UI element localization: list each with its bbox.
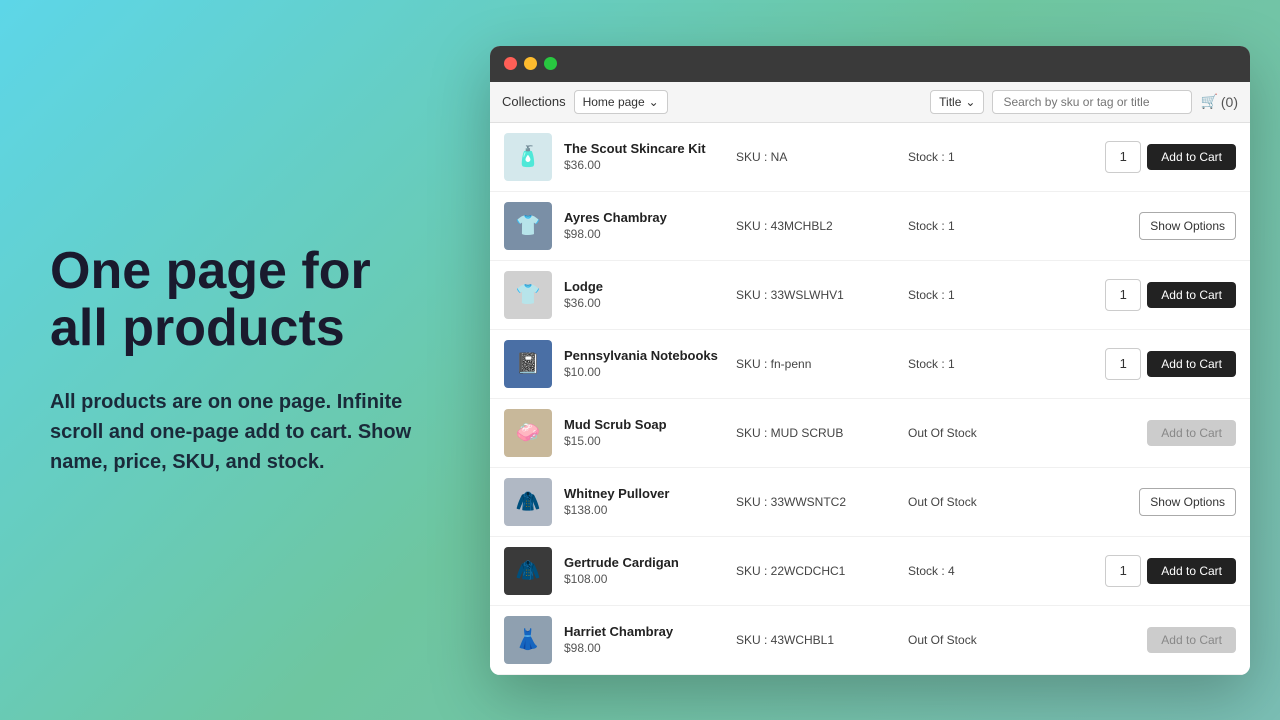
add-to-cart-button[interactable]: Add to Cart: [1147, 351, 1236, 377]
product-action: Add to Cart: [1020, 348, 1236, 380]
qty-input[interactable]: [1105, 279, 1141, 311]
product-info: Mud Scrub Soap $15.00: [564, 417, 724, 448]
traffic-light-red[interactable]: [504, 57, 517, 70]
product-sku: SKU : 33WSLWHV1: [736, 288, 896, 302]
show-options-button[interactable]: Show Options: [1139, 488, 1236, 516]
product-action: Add to Cart: [1020, 627, 1236, 653]
product-price: $10.00: [564, 365, 724, 379]
product-sku: SKU : 43MCHBL2: [736, 219, 896, 233]
cart-icon[interactable]: 🛒 (0): [1200, 93, 1238, 110]
product-stock: Stock : 1: [908, 357, 1008, 371]
table-row: 🧴 The Scout Skincare Kit $36.00 SKU : NA…: [490, 123, 1250, 192]
show-options-button[interactable]: Show Options: [1139, 212, 1236, 240]
product-list: 🧴 The Scout Skincare Kit $36.00 SKU : NA…: [490, 123, 1250, 675]
product-price: $36.00: [564, 296, 724, 310]
product-info: Whitney Pullover $138.00: [564, 486, 724, 517]
product-stock: Stock : 1: [908, 219, 1008, 233]
product-image: 👕: [504, 202, 552, 250]
product-info: Gertrude Cardigan $108.00: [564, 555, 724, 586]
table-row: 👕 Ayres Chambray $98.00 SKU : 43MCHBL2 S…: [490, 192, 1250, 261]
product-stock: Out Of Stock: [908, 495, 1008, 509]
product-action: Add to Cart: [1020, 555, 1236, 587]
traffic-light-green[interactable]: [544, 57, 557, 70]
product-price: $98.00: [564, 227, 724, 241]
product-action: Show Options: [1020, 488, 1236, 516]
add-to-cart-disabled-button: Add to Cart: [1147, 627, 1236, 653]
product-image: 🧴: [504, 133, 552, 181]
product-price: $138.00: [564, 503, 724, 517]
add-to-cart-button[interactable]: Add to Cart: [1147, 144, 1236, 170]
product-name: Ayres Chambray: [564, 210, 724, 225]
product-action: Add to Cart: [1020, 420, 1236, 446]
product-sku: SKU : MUD SCRUB: [736, 426, 896, 440]
browser-toolbar: Collections Home page ⌄ Title ⌄ 🛒 (0): [490, 82, 1250, 123]
product-image: 🧼: [504, 409, 552, 457]
table-row: 🧥 Gertrude Cardigan $108.00 SKU : 22WCDC…: [490, 537, 1250, 606]
description: All products are on one page. Infinite s…: [50, 387, 430, 477]
table-row: 👗 Harriet Chambray $98.00 SKU : 43WCHBL1…: [490, 606, 1250, 675]
right-panel: Collections Home page ⌄ Title ⌄ 🛒 (0) 🧴 …: [480, 26, 1280, 695]
product-action: Add to Cart: [1020, 141, 1236, 173]
qty-input[interactable]: [1105, 141, 1141, 173]
product-info: The Scout Skincare Kit $36.00: [564, 141, 724, 172]
product-price: $108.00: [564, 572, 724, 586]
product-name: Lodge: [564, 279, 724, 294]
add-to-cart-disabled-button: Add to Cart: [1147, 420, 1236, 446]
product-stock: Stock : 1: [908, 150, 1008, 164]
product-price: $36.00: [564, 158, 724, 172]
browser-titlebar: [490, 46, 1250, 82]
product-price: $15.00: [564, 434, 724, 448]
headline: One page for all products: [50, 243, 430, 357]
product-stock: Out Of Stock: [908, 633, 1008, 647]
product-image: 📓: [504, 340, 552, 388]
title-dropdown[interactable]: Title ⌄: [930, 90, 984, 114]
product-name: Whitney Pullover: [564, 486, 724, 501]
table-row: 👕 Lodge $36.00 SKU : 33WSLWHV1 Stock : 1…: [490, 261, 1250, 330]
table-row: 🧥 Whitney Pullover $138.00 SKU : 33WWSNT…: [490, 468, 1250, 537]
product-sku: SKU : NA: [736, 150, 896, 164]
left-panel: One page for all products All products a…: [0, 183, 480, 537]
traffic-light-yellow[interactable]: [524, 57, 537, 70]
product-info: Ayres Chambray $98.00: [564, 210, 724, 241]
add-to-cart-button[interactable]: Add to Cart: [1147, 558, 1236, 584]
collection-dropdown[interactable]: Home page ⌄: [574, 90, 668, 114]
product-stock: Stock : 1: [908, 288, 1008, 302]
qty-input[interactable]: [1105, 555, 1141, 587]
collections-label: Collections: [502, 94, 566, 109]
product-name: Gertrude Cardigan: [564, 555, 724, 570]
product-image: 👗: [504, 616, 552, 664]
table-row: 📓 Pennsylvania Notebooks $10.00 SKU : fn…: [490, 330, 1250, 399]
search-input[interactable]: [992, 90, 1192, 114]
qty-input[interactable]: [1105, 348, 1141, 380]
product-name: Mud Scrub Soap: [564, 417, 724, 432]
product-name: Harriet Chambray: [564, 624, 724, 639]
table-row: 🧼 Mud Scrub Soap $15.00 SKU : MUD SCRUB …: [490, 399, 1250, 468]
product-info: Pennsylvania Notebooks $10.00: [564, 348, 724, 379]
product-info: Lodge $36.00: [564, 279, 724, 310]
product-sku: SKU : 22WCDCHC1: [736, 564, 896, 578]
product-action: Add to Cart: [1020, 279, 1236, 311]
product-image: 👕: [504, 271, 552, 319]
product-name: Pennsylvania Notebooks: [564, 348, 724, 363]
product-image: 🧥: [504, 478, 552, 526]
product-info: Harriet Chambray $98.00: [564, 624, 724, 655]
product-sku: SKU : 33WWSNTC2: [736, 495, 896, 509]
product-stock: Stock : 4: [908, 564, 1008, 578]
product-sku: SKU : 43WCHBL1: [736, 633, 896, 647]
product-name: The Scout Skincare Kit: [564, 141, 724, 156]
product-price: $98.00: [564, 641, 724, 655]
product-sku: SKU : fn-penn: [736, 357, 896, 371]
add-to-cart-button[interactable]: Add to Cart: [1147, 282, 1236, 308]
product-stock: Out Of Stock: [908, 426, 1008, 440]
product-action: Show Options: [1020, 212, 1236, 240]
browser-window: Collections Home page ⌄ Title ⌄ 🛒 (0) 🧴 …: [490, 46, 1250, 675]
product-image: 🧥: [504, 547, 552, 595]
